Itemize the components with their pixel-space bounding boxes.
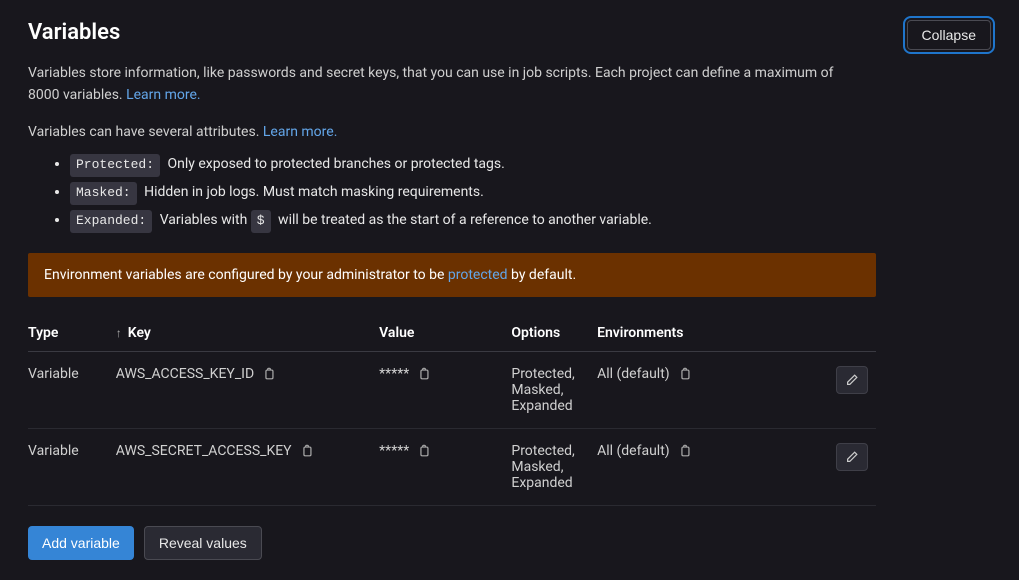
cell-env: All (default)	[597, 351, 835, 428]
cell-key: AWS_SECRET_ACCESS_KEY	[116, 428, 379, 505]
protected-link[interactable]: protected	[448, 267, 508, 283]
attr-item-masked: Masked: Hidden in job logs. Must match m…	[70, 181, 991, 205]
admin-alert: Environment variables are configured by …	[28, 253, 876, 297]
cell-options: Protected, Masked, Expanded	[511, 351, 597, 428]
copy-env-icon[interactable]	[678, 444, 692, 458]
copy-key-icon[interactable]	[262, 367, 276, 381]
cell-value: *****	[379, 428, 511, 505]
cell-env: All (default)	[597, 428, 835, 505]
intro-text: Variables store information, like passwo…	[28, 62, 868, 107]
table-row: VariableAWS_SECRET_ACCESS_KEY*****Protec…	[28, 428, 876, 505]
th-key-label: Key	[128, 325, 151, 341]
variables-table: Type ↑ Key Value Options Environments Var…	[28, 315, 876, 506]
badge-masked: Masked:	[70, 182, 137, 205]
sort-asc-icon: ↑	[116, 326, 122, 340]
cell-options: Protected, Masked, Expanded	[511, 428, 597, 505]
edit-button[interactable]	[836, 366, 868, 394]
th-environments[interactable]: Environments	[597, 315, 835, 352]
cell-actions	[835, 428, 876, 505]
collapse-button[interactable]: Collapse	[907, 20, 991, 50]
cell-actions	[835, 351, 876, 428]
copy-value-icon[interactable]	[417, 367, 431, 381]
attr-desc-pre: Variables with	[160, 212, 251, 228]
cell-key: AWS_ACCESS_KEY_ID	[116, 351, 379, 428]
attrs-intro: Variables can have several attributes. L…	[28, 121, 868, 143]
alert-pre: Environment variables are configured by …	[44, 267, 448, 283]
learn-more-link-1[interactable]: Learn more.	[126, 87, 201, 103]
table-row: VariableAWS_ACCESS_KEY_ID*****Protected,…	[28, 351, 876, 428]
copy-key-icon[interactable]	[300, 444, 314, 458]
reveal-values-button[interactable]: Reveal values	[144, 526, 262, 560]
attr-item-protected: Protected: Only exposed to protected bra…	[70, 153, 991, 177]
attr-item-expanded: Expanded: Variables with $ will be treat…	[70, 209, 991, 233]
copy-value-icon[interactable]	[417, 444, 431, 458]
th-actions	[835, 315, 876, 352]
attributes-list: Protected: Only exposed to protected bra…	[28, 153, 991, 232]
cell-type: Variable	[28, 428, 116, 505]
attrs-intro-body: Variables can have several attributes.	[28, 124, 263, 140]
attr-desc-post: will be treated as the start of a refere…	[275, 212, 652, 228]
code-dollar: $	[251, 210, 271, 233]
learn-more-link-2[interactable]: Learn more.	[263, 124, 338, 140]
badge-expanded: Expanded:	[70, 210, 152, 233]
th-value[interactable]: Value	[379, 315, 511, 352]
page-title: Variables	[28, 20, 120, 45]
alert-post: by default.	[508, 267, 577, 283]
badge-protected: Protected:	[70, 154, 160, 177]
attr-desc: Only exposed to protected branches or pr…	[168, 156, 505, 172]
th-type[interactable]: Type	[28, 315, 116, 352]
attr-desc: Hidden in job logs. Must match masking r…	[144, 184, 484, 200]
copy-env-icon[interactable]	[678, 367, 692, 381]
cell-type: Variable	[28, 351, 116, 428]
th-key[interactable]: ↑ Key	[116, 315, 379, 352]
cell-value: *****	[379, 351, 511, 428]
edit-button[interactable]	[836, 443, 868, 471]
add-variable-button[interactable]: Add variable	[28, 526, 134, 560]
th-options[interactable]: Options	[511, 315, 597, 352]
